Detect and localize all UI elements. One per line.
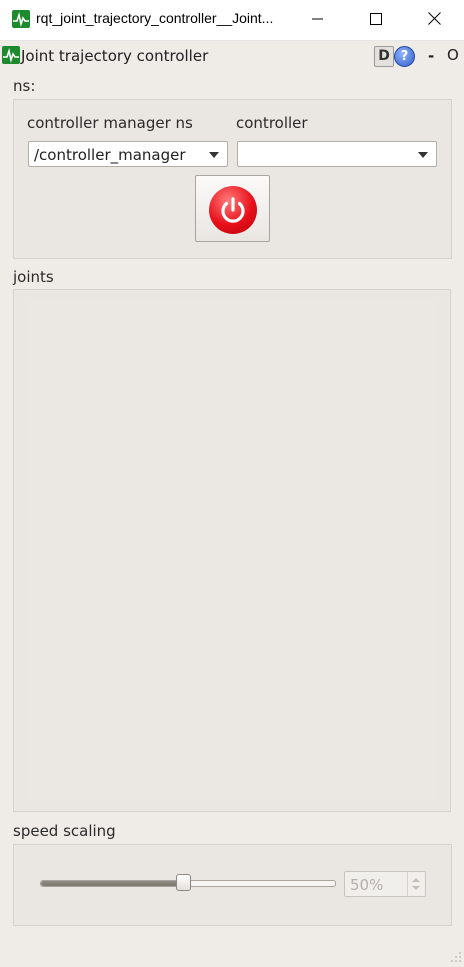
controller-select[interactable] — [237, 141, 437, 167]
window-titlebar: rqt_joint_trajectory_controller__Joint..… — [0, 0, 464, 41]
controller-label: controller — [236, 114, 308, 132]
maximize-icon — [370, 11, 382, 29]
window-title: rqt_joint_trajectory_controller__Joint..… — [36, 10, 274, 26]
plugin-minimize-button[interactable]: - — [428, 47, 434, 65]
speed-slider-fill — [41, 881, 188, 886]
controller-manager-ns-select[interactable]: /controller_manager — [28, 141, 228, 167]
power-icon — [209, 186, 257, 234]
ns-label: ns: — [13, 77, 36, 95]
spin-buttons[interactable] — [407, 872, 425, 896]
close-button[interactable] — [405, 0, 463, 40]
enable-controller-button[interactable] — [195, 175, 270, 242]
chevron-down-icon — [418, 152, 428, 158]
joints-panel — [13, 289, 451, 812]
maximize-button[interactable] — [347, 0, 405, 40]
plugin-icon — [2, 46, 20, 64]
joints-list[interactable] — [26, 302, 438, 799]
app-icon — [12, 10, 30, 28]
controller-manager-ns-label: controller manager ns — [27, 114, 193, 132]
controller-manager-ns-value: /controller_manager — [34, 146, 186, 164]
speed-slider-handle[interactable] — [176, 874, 191, 891]
speed-spinbox[interactable]: 50% — [344, 871, 426, 897]
spin-down-icon[interactable] — [412, 886, 420, 890]
spin-up-icon[interactable] — [412, 878, 420, 882]
minimize-icon — [312, 11, 324, 29]
minimize-button[interactable] — [289, 0, 347, 40]
joints-label: joints — [13, 268, 54, 286]
dock-d-button[interactable]: D — [374, 46, 394, 67]
help-icon[interactable]: ? — [394, 46, 415, 67]
plugin-header: Joint trajectory controller D ? - O — [0, 40, 464, 72]
resize-grip[interactable] — [449, 949, 462, 962]
speed-value: 50% — [350, 876, 384, 894]
plugin-title: Joint trajectory controller — [21, 47, 209, 65]
speed-scaling-label: speed scaling — [13, 822, 116, 840]
plugin-close-button[interactable]: O — [447, 46, 459, 64]
close-icon — [427, 11, 441, 29]
chevron-down-icon — [209, 152, 219, 158]
